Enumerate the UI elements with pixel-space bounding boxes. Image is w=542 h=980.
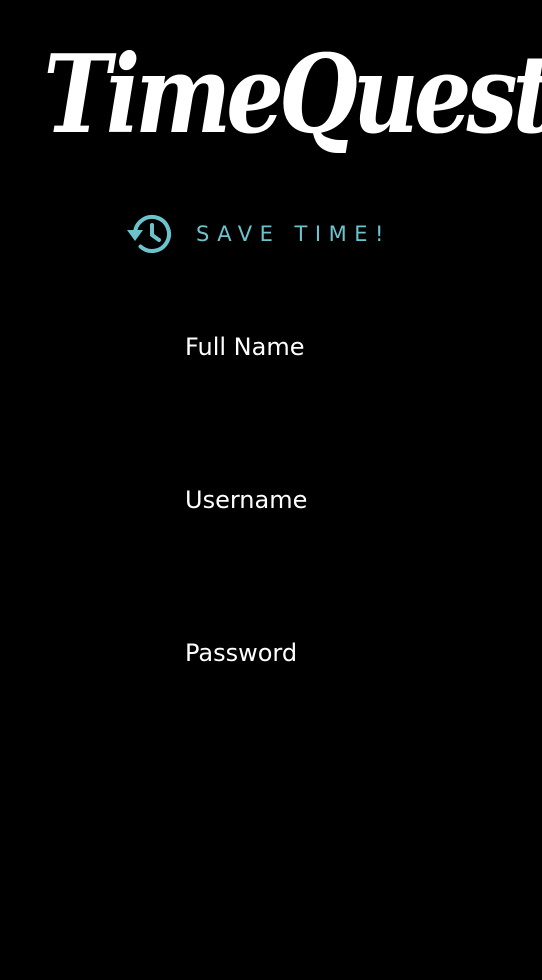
password-field: Password <box>185 638 445 722</box>
password-input[interactable] <box>185 678 425 722</box>
history-icon <box>126 213 174 255</box>
full-name-field: Full Name <box>185 332 445 416</box>
full-name-input[interactable] <box>185 372 425 416</box>
app-logo-text: TimeQuest <box>43 32 542 158</box>
app-logo: TimeQuest <box>0 20 542 185</box>
password-label: Password <box>185 639 298 667</box>
tagline-text: SAVE TIME! <box>196 222 391 246</box>
username-field: Username <box>185 485 445 569</box>
full-name-label: Full Name <box>185 333 305 361</box>
tagline: SAVE TIME! <box>126 213 391 255</box>
username-input[interactable] <box>185 525 425 569</box>
username-label: Username <box>185 486 308 514</box>
